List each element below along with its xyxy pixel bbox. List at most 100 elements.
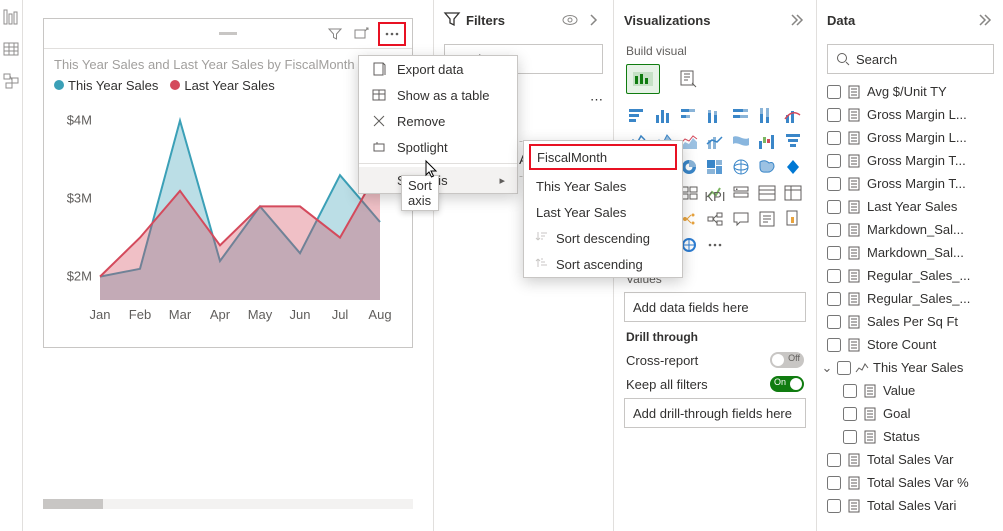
scrollbar-thumb[interactable] [43, 499, 103, 509]
table-view-icon[interactable] [0, 38, 22, 60]
viz-type-treemap[interactable] [704, 156, 726, 178]
viz-type-line-clustered[interactable] [782, 104, 804, 126]
field-row[interactable]: Gross Margin T... [817, 149, 1003, 172]
field-checkbox[interactable] [827, 177, 841, 191]
field-name: Store Count [867, 337, 994, 352]
viz-type-line-stacked[interactable] [704, 130, 726, 152]
viz-type-pct-column[interactable] [756, 104, 778, 126]
build-visual-mode-button[interactable] [626, 64, 660, 94]
field-row[interactable]: Last Year Sales [817, 195, 1003, 218]
field-checkbox[interactable] [827, 223, 841, 237]
field-row[interactable]: Total Sales Var [817, 448, 1003, 471]
viz-type-paginated[interactable] [782, 208, 804, 230]
viz-type-stacked-bar[interactable] [626, 104, 648, 126]
field-checkbox[interactable] [827, 453, 841, 467]
visual-context-menu: Export data Show as a table Remove Spotl… [358, 55, 518, 194]
menu-remove[interactable]: Remove [359, 108, 517, 134]
viz-type-stacked-bar-2[interactable] [678, 104, 700, 126]
svg-text:$4M: $4M [67, 113, 92, 128]
field-checkbox[interactable] [827, 476, 841, 490]
field-row[interactable]: Total Sales Vari [817, 494, 1003, 517]
submenu-this-year-sales[interactable]: This Year Sales [524, 173, 682, 199]
field-checkbox[interactable] [827, 269, 841, 283]
field-row[interactable]: Markdown_Sal... [817, 241, 1003, 264]
field-row[interactable]: Markdown_Sal... [817, 218, 1003, 241]
field-row[interactable]: Regular_Sales_... [817, 287, 1003, 310]
drag-handle-icon[interactable] [219, 32, 237, 35]
report-canvas[interactable]: This Year Sales and Last Year Sales by F… [23, 0, 433, 531]
submenu-sort-ascending[interactable]: Sort ascending [524, 251, 682, 277]
cross-report-toggle[interactable]: Off [770, 352, 804, 368]
field-checkbox[interactable] [843, 407, 857, 421]
viz-type-map[interactable] [730, 156, 752, 178]
submenu-sort-descending[interactable]: Sort descending [524, 225, 682, 251]
format-visual-mode-button[interactable] [672, 64, 706, 94]
viz-type-pct-bar[interactable] [730, 104, 752, 126]
viz-type-kpi[interactable]: KPI [704, 182, 726, 204]
viz-type-qna[interactable] [730, 208, 752, 230]
field-checkbox[interactable] [827, 246, 841, 260]
viz-type-clustered-column[interactable] [652, 104, 674, 126]
submenu-last-year-sales[interactable]: Last Year Sales [524, 199, 682, 225]
field-checkbox[interactable] [843, 384, 857, 398]
field-row[interactable]: Status [817, 425, 1003, 448]
eye-icon[interactable] [561, 11, 579, 29]
viz-type-table[interactable] [756, 182, 778, 204]
field-checkbox[interactable] [827, 292, 841, 306]
visual-title: This Year Sales and Last Year Sales by F… [44, 49, 412, 74]
field-checkbox[interactable] [827, 85, 841, 99]
model-view-icon[interactable] [0, 70, 22, 92]
viz-type-funnel[interactable] [782, 130, 804, 152]
viz-type-matrix[interactable] [782, 182, 804, 204]
keep-filters-toggle[interactable]: On [770, 376, 804, 392]
field-row[interactable]: Avg $/Unit TY [817, 80, 1003, 103]
chevron-double-right-icon[interactable] [976, 11, 994, 29]
field-checkbox[interactable] [827, 108, 841, 122]
field-checkbox[interactable] [843, 430, 857, 444]
viz-type-slicer[interactable] [730, 182, 752, 204]
viz-type-get-more-visuals[interactable] [704, 234, 726, 256]
report-view-icon[interactable] [0, 6, 22, 28]
chevron-right-icon[interactable] [585, 11, 603, 29]
viz-type-decomposition[interactable] [704, 208, 726, 230]
viz-type-waterfall[interactable] [756, 130, 778, 152]
menu-spotlight[interactable]: Spotlight [359, 134, 517, 160]
menu-export-data[interactable]: Export data [359, 56, 517, 82]
field-checkbox[interactable] [837, 361, 851, 375]
field-row[interactable]: Total Sales Var % [817, 471, 1003, 494]
viz-type-smart-narrative[interactable] [756, 208, 778, 230]
viz-type-filled-map[interactable] [756, 156, 778, 178]
field-row[interactable]: Gross Margin L... [817, 126, 1003, 149]
viz-type-shape-map[interactable] [782, 156, 804, 178]
field-row[interactable]: Gross Margin L... [817, 103, 1003, 126]
field-checkbox[interactable] [827, 315, 841, 329]
focus-mode-icon[interactable] [352, 25, 370, 43]
filter-icon[interactable] [326, 25, 344, 43]
submenu-fiscalmonth[interactable]: FiscalMonth [529, 144, 677, 170]
values-well[interactable]: Add data fields here [624, 292, 806, 322]
field-row[interactable]: Sales Per Sq Ft [817, 310, 1003, 333]
drill-through-well[interactable]: Add drill-through fields here [624, 398, 806, 428]
viz-type-ribbon[interactable] [730, 130, 752, 152]
chevron-down-icon[interactable]: ⌄ [821, 360, 833, 376]
more-icon[interactable]: ⋯ [590, 92, 603, 108]
field-checkbox[interactable] [827, 200, 841, 214]
horizontal-scrollbar[interactable] [43, 499, 413, 509]
data-search[interactable]: Search [827, 44, 994, 74]
kv-label: Cross-report [626, 353, 698, 368]
viz-type-stacked-column[interactable] [704, 104, 726, 126]
chevron-double-right-icon[interactable] [788, 11, 806, 29]
measure-icon [847, 338, 861, 352]
field-row-expanded[interactable]: ⌄This Year Sales [817, 356, 1003, 379]
menu-show-as-table[interactable]: Show as a table [359, 82, 517, 108]
field-row[interactable]: Gross Margin T... [817, 172, 1003, 195]
field-row[interactable]: Value [817, 379, 1003, 402]
field-checkbox[interactable] [827, 338, 841, 352]
field-row[interactable]: Store Count [817, 333, 1003, 356]
field-row[interactable]: Goal [817, 402, 1003, 425]
more-options-button[interactable] [378, 22, 406, 46]
field-row[interactable]: Regular_Sales_... [817, 264, 1003, 287]
field-checkbox[interactable] [827, 131, 841, 145]
field-checkbox[interactable] [827, 499, 841, 513]
field-checkbox[interactable] [827, 154, 841, 168]
